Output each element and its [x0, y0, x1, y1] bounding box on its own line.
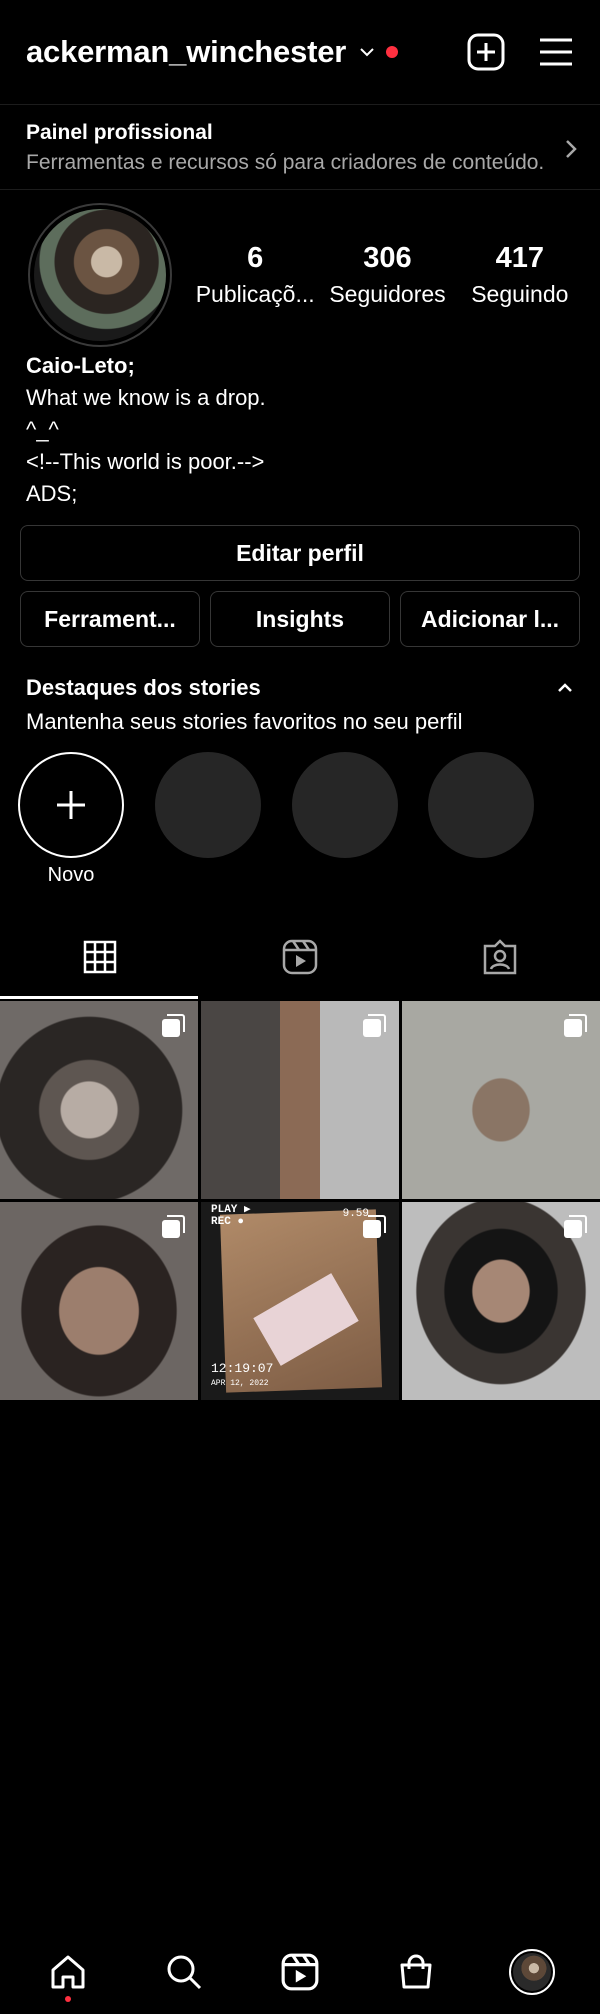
tab-reels[interactable]: [200, 915, 400, 999]
nav-reels[interactable]: [270, 1952, 330, 1992]
dashboard-title: Painel profissional: [26, 121, 213, 144]
bio-line: <!--This world is poor.-->: [26, 449, 265, 474]
search-icon: [167, 1955, 202, 1990]
video-overlay-play: PLAY ▶ REC ●: [211, 1204, 251, 1228]
dashboard-subtitle: Ferramentas e recursos só para criadores…: [26, 151, 545, 174]
posts-grid: PLAY ▶ REC ● 9.59 12:19:07 APR 12, 2022: [0, 1001, 600, 1400]
carousel-icon: [363, 1014, 386, 1037]
profile-avatar[interactable]: [28, 203, 172, 347]
nav-home[interactable]: [38, 1952, 98, 2002]
profile-stats: 6 Publicaçõ... 306 Seguidores 417 Seguin…: [190, 242, 585, 308]
professional-dashboard[interactable]: Painel profissional Ferramentas e recurs…: [0, 104, 600, 190]
carousel-icon: [564, 1215, 587, 1238]
grid-icon: [83, 940, 117, 974]
stat-followers-count: 306: [363, 242, 412, 274]
tab-tagged[interactable]: [400, 915, 600, 999]
post-thumbnail[interactable]: [0, 1001, 198, 1199]
insights-button[interactable]: Insights: [210, 591, 390, 647]
profile-tabs: [0, 915, 600, 999]
stat-following-count: 417: [495, 242, 545, 274]
stat-posts-label: Publicaçõ...: [195, 281, 315, 307]
profile-name: Caio-Leto;: [26, 353, 135, 378]
highlight-placeholder: [155, 752, 261, 858]
reels-icon: [281, 1953, 319, 1991]
shop-icon: [400, 1954, 432, 1989]
reels-icon: [282, 939, 318, 975]
carousel-icon: [162, 1014, 185, 1037]
new-highlight-label: Novo: [47, 864, 95, 886]
carousel-icon: [162, 1215, 185, 1238]
stat-following[interactable]: 417 Seguindo: [455, 242, 585, 308]
nav-search[interactable]: [154, 1952, 214, 1992]
stat-posts[interactable]: 6 Publicaçõ...: [190, 242, 320, 308]
stat-posts-count: 6: [247, 242, 264, 274]
plus-icon: [57, 791, 85, 819]
post-thumbnail[interactable]: PLAY ▶ REC ● 9.59 12:19:07 APR 12, 2022: [201, 1202, 399, 1400]
stat-followers-label: Seguidores: [329, 281, 446, 307]
tab-grid[interactable]: [0, 915, 200, 999]
post-thumbnail[interactable]: [201, 1001, 399, 1199]
new-highlight-button[interactable]: [18, 752, 124, 858]
video-overlay-time: 12:19:07: [211, 1361, 274, 1376]
story-highlights-header: Destaques dos stories Mantenha seus stor…: [26, 675, 574, 735]
chevron-up-icon[interactable]: [556, 681, 574, 695]
top-bar: ackerman_winchester: [0, 0, 600, 104]
stat-following-label: Seguindo: [471, 281, 569, 307]
account-username[interactable]: ackerman_winchester: [26, 34, 346, 70]
post-thumbnail[interactable]: [402, 1202, 600, 1400]
edit-profile-button[interactable]: Editar perfil: [20, 525, 580, 581]
notification-dot: [386, 46, 399, 58]
tagged-icon: [483, 939, 517, 975]
post-thumbnail[interactable]: [0, 1202, 198, 1400]
bottom-navigation: [0, 1930, 600, 2014]
highlight-placeholder: [292, 752, 398, 858]
carousel-icon: [363, 1215, 386, 1238]
nav-profile[interactable]: [502, 1949, 562, 1995]
bio-line: ^_^: [26, 417, 59, 442]
menu-icon[interactable]: [538, 36, 574, 68]
profile-bio: Caio-Leto; What we know is a drop. ^_^ <…: [26, 350, 266, 510]
bio-line: What we know is a drop.: [26, 385, 266, 410]
post-thumbnail[interactable]: [402, 1001, 600, 1199]
highlights-title: Destaques dos stories: [26, 675, 261, 700]
carousel-icon: [564, 1014, 587, 1037]
notification-dot: [65, 1996, 71, 2002]
chevron-down-icon[interactable]: [358, 43, 376, 61]
new-post-icon[interactable]: [466, 32, 506, 72]
video-overlay-date: APR 12, 2022: [211, 1379, 269, 1388]
professional-tools-button[interactable]: Ferrament...: [20, 591, 200, 647]
stat-followers[interactable]: 306 Seguidores: [322, 242, 452, 308]
bio-line: ADS;: [26, 481, 78, 506]
highlight-placeholder: [428, 752, 534, 858]
profile-avatar-icon: [509, 1949, 555, 1995]
highlights-subtitle: Mantenha seus stories favoritos no seu p…: [26, 709, 463, 734]
home-icon: [51, 1955, 85, 1989]
add-link-button[interactable]: Adicionar l...: [400, 591, 580, 647]
nav-shop[interactable]: [386, 1952, 446, 1992]
chevron-right-icon: [566, 140, 577, 158]
